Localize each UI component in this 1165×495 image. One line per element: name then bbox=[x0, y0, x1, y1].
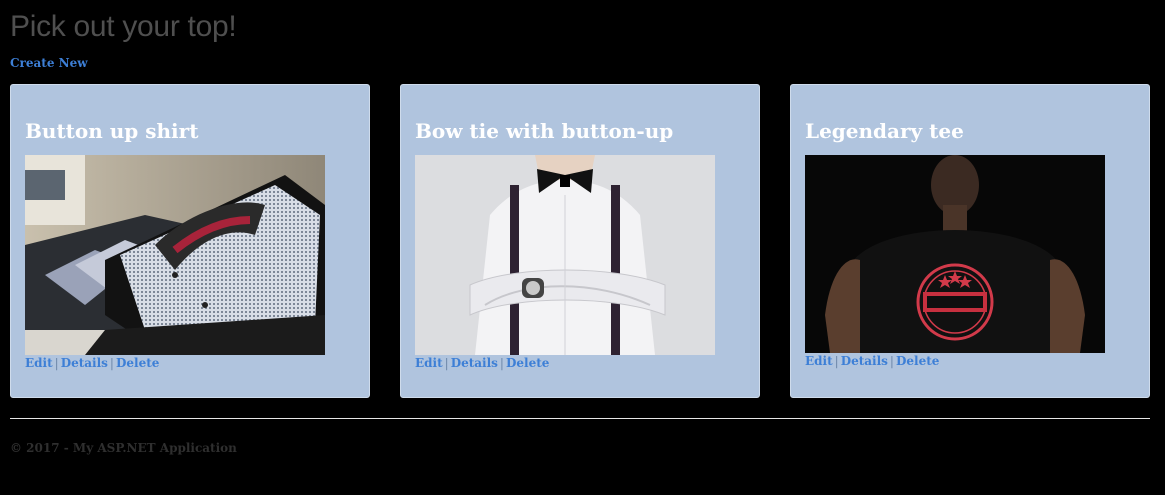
details-link[interactable]: Details bbox=[841, 354, 888, 368]
edit-link[interactable]: Edit bbox=[805, 354, 833, 368]
delete-link[interactable]: Delete bbox=[506, 356, 549, 370]
separator: | bbox=[834, 354, 839, 368]
details-link[interactable]: Details bbox=[61, 356, 108, 370]
card-title: Button up shirt bbox=[25, 119, 199, 143]
bow-tie-image bbox=[415, 155, 715, 355]
card-title: Bow tie with button-up bbox=[415, 119, 674, 143]
delete-link[interactable]: Delete bbox=[896, 354, 939, 368]
separator: | bbox=[889, 354, 894, 368]
separator: | bbox=[54, 356, 59, 370]
card-actions: Edit | Details | Delete bbox=[25, 356, 159, 370]
card-title: Legendary tee bbox=[805, 119, 964, 143]
product-image bbox=[25, 155, 325, 355]
footer-copyright: © 2017 - My ASP.NET Application bbox=[10, 441, 237, 455]
separator: | bbox=[444, 356, 449, 370]
edit-link[interactable]: Edit bbox=[25, 356, 53, 370]
product-card: Bow tie with button-up Edit | Details | Dele… bbox=[400, 84, 760, 398]
separator: | bbox=[109, 356, 114, 370]
product-image bbox=[805, 155, 1105, 353]
footer-divider bbox=[10, 418, 1150, 419]
edit-link[interactable]: Edit bbox=[415, 356, 443, 370]
separator: | bbox=[499, 356, 504, 370]
card-actions: Edit | Details | Delete bbox=[415, 356, 549, 370]
card-actions: Edit | Details | Delete bbox=[805, 354, 939, 368]
page-title: Pick out your top! bbox=[10, 10, 237, 43]
delete-link[interactable]: Delete bbox=[116, 356, 159, 370]
product-card: Legendary tee Edit | Details | Delete bbox=[790, 84, 1150, 398]
product-card: Button up shirt Edit | Details | Delete bbox=[10, 84, 370, 398]
create-new-link[interactable]: Create New bbox=[10, 56, 88, 70]
details-link[interactable]: Details bbox=[451, 356, 498, 370]
product-image bbox=[415, 155, 715, 355]
legendary-tee-image bbox=[805, 155, 1105, 353]
shirt-image bbox=[25, 155, 325, 355]
